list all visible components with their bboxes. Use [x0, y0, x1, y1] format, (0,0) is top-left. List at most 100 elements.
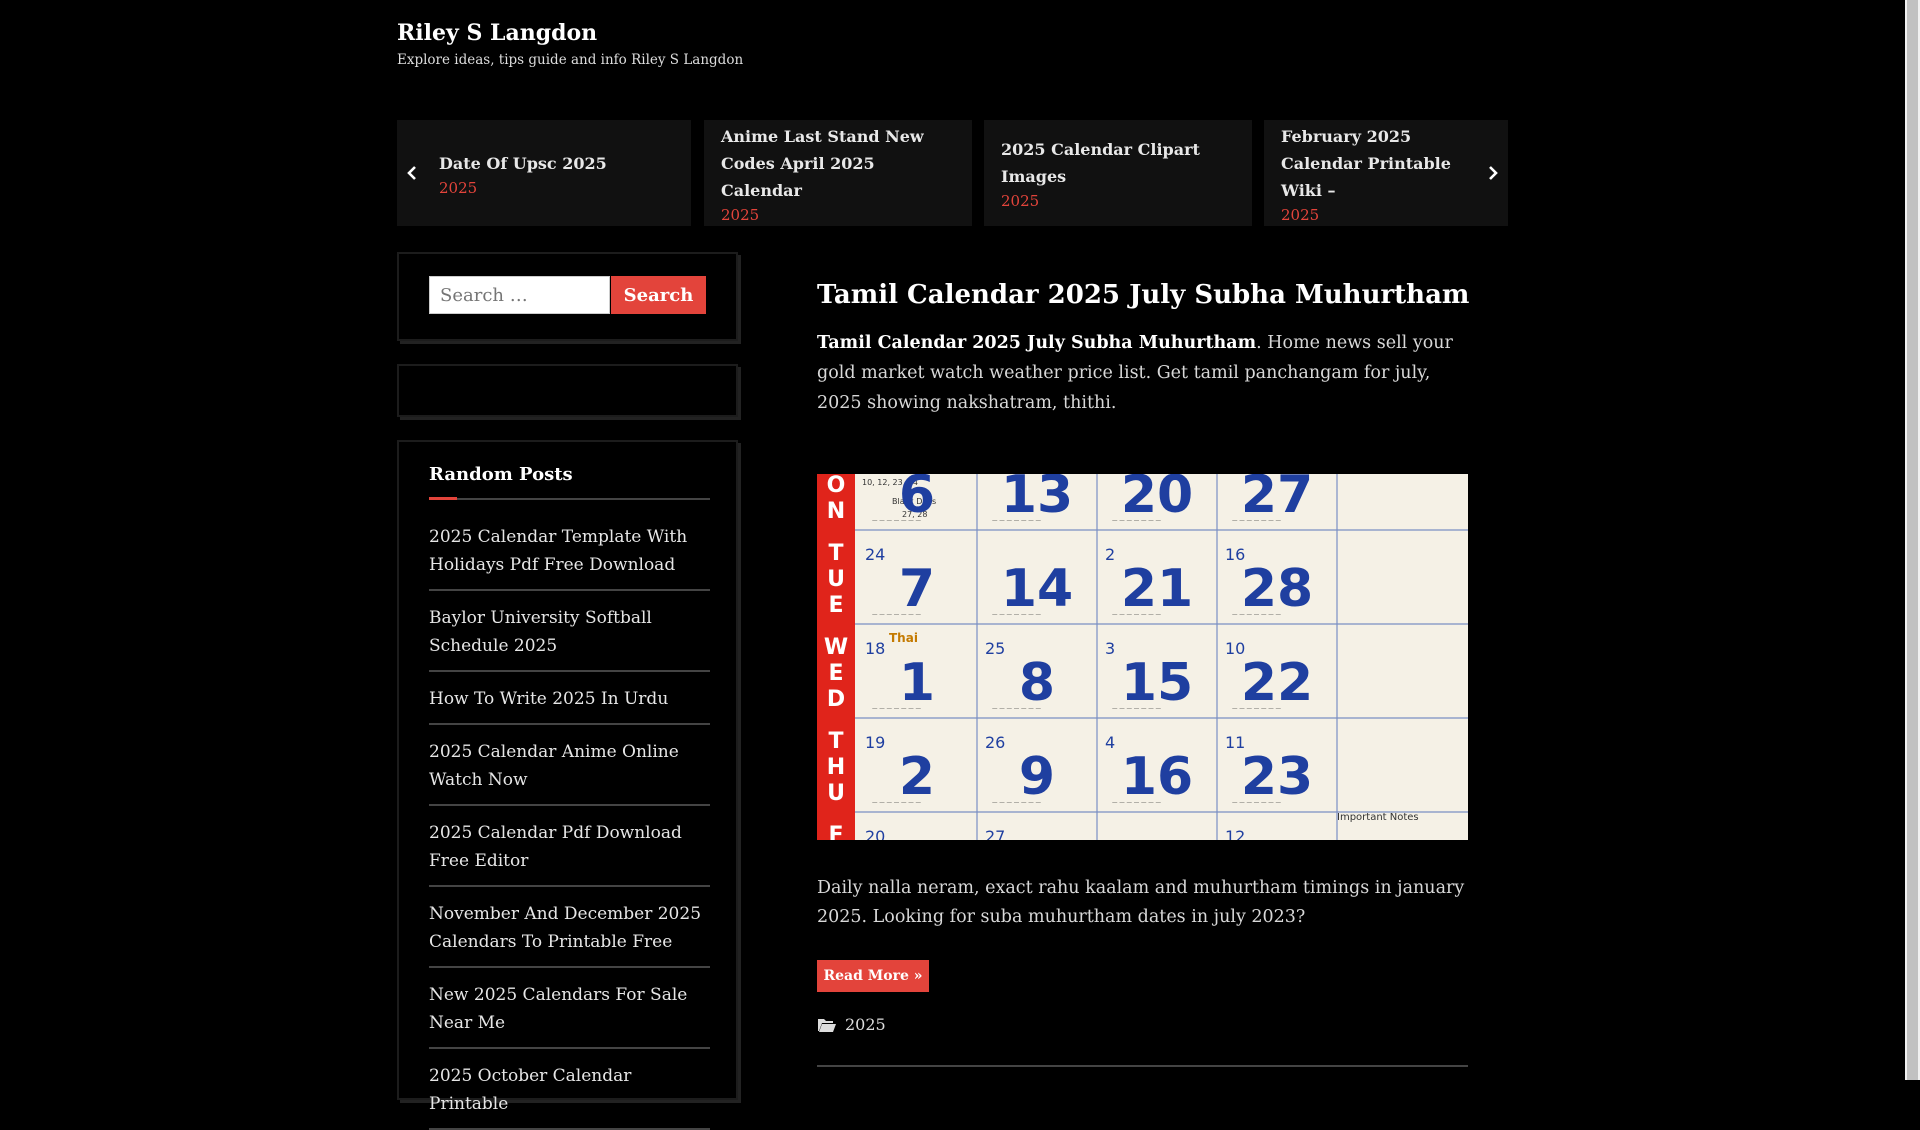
calendar-fine-print: — — — — — — — — [872, 706, 921, 712]
carousel-card-category[interactable]: 2025 — [1281, 206, 1468, 224]
calendar-date-number: 15 — [1121, 653, 1193, 713]
calendar-fine-print: — — — — — — — — [992, 518, 1041, 524]
carousel-card[interactable]: Anime Last Stand New Codes April 2025 Ca… — [704, 120, 972, 226]
chevron-right-icon — [1489, 166, 1498, 180]
calendar-fine-print: — — — — — — — — [872, 800, 921, 806]
weekday-letter: D — [827, 687, 845, 712]
calendar-small-date: 26 — [985, 733, 1005, 752]
calendar-important-notes: Important Notes — [1337, 812, 1419, 823]
post-title[interactable]: Tamil Calendar 2025 July Subha Muhurtham — [817, 280, 1469, 310]
search-widget: Search — [397, 252, 738, 341]
calendar-date-number: 8 — [1019, 653, 1055, 713]
calendar-small-date: 27 — [985, 827, 1005, 840]
calendar-fine-print: — — — — — — — — [1232, 518, 1281, 524]
carousel-next-button[interactable] — [1478, 120, 1508, 226]
calendar-date-number: 2 — [899, 747, 935, 807]
carousel-card[interactable]: February 2025 Calendar Printable Wiki – … — [1264, 120, 1508, 226]
weekday-letter: N — [827, 499, 845, 524]
scrollbar-thumb[interactable] — [1907, 0, 1918, 1080]
calendar-fine-print: — — — — — — — — [992, 800, 1041, 806]
calendar-small-date: 10 — [1225, 639, 1245, 658]
calendar-date-number: 23 — [1241, 747, 1313, 807]
random-post-link[interactable]: November And December 2025 Calendars To … — [429, 887, 710, 968]
calendar-date-number: 1 — [899, 653, 935, 713]
random-post-link[interactable]: 2025 Calendar Pdf Download Free Editor — [429, 806, 710, 887]
post-divider — [817, 1065, 1468, 1067]
calendar-date-number: 7 — [899, 559, 935, 619]
weekday-letter: E — [828, 661, 843, 686]
calendar-small-date: 12 — [1225, 827, 1245, 840]
calendar-thai-label: Thai — [889, 631, 918, 645]
read-more-button[interactable]: Read More » — [817, 960, 929, 992]
calendar-fine-print: — — — — — — — — [1112, 706, 1161, 712]
calendar-fine-print: — — — — — — — — [872, 518, 921, 524]
weekday-letter: T — [828, 541, 843, 566]
calendar-fine-print: — — — — — — — — [1232, 706, 1281, 712]
site-title[interactable]: Riley S Langdon — [397, 20, 597, 46]
calendar-fine-print: — — — — — — — — [1112, 518, 1161, 524]
calendar-small-date: 18 — [865, 639, 885, 658]
calendar-fine-print: — — — — — — — — [872, 612, 921, 618]
random-post-link[interactable]: 2025 Calendar Template With Holidays Pdf… — [429, 510, 710, 591]
calendar-date-number: 22 — [1241, 653, 1313, 713]
calendar-small-date: 25 — [985, 639, 1005, 658]
featured-carousel: Date Of Upsc 2025 2025 Anime Last Stand … — [397, 120, 1508, 226]
site-description: Explore ideas, tips guide and info Riley… — [397, 52, 744, 68]
calendar-small-date: 3 — [1105, 639, 1115, 658]
random-post-link[interactable]: New 2025 Calendars For Sale Near Me — [429, 968, 710, 1049]
random-posts-list: 2025 Calendar Template With Holidays Pdf… — [429, 510, 710, 1130]
folder-icon — [818, 1018, 836, 1032]
carousel-card-title[interactable]: Date Of Upsc 2025 — [439, 150, 674, 177]
carousel-card-title[interactable]: Anime Last Stand New Codes April 2025 Ca… — [721, 123, 955, 204]
weekday-letter: U — [827, 781, 845, 806]
random-post-link[interactable]: How To Write 2025 In Urdu — [429, 672, 710, 725]
carousel-card[interactable]: 2025 Calendar Clipart Images 2025 — [984, 120, 1252, 226]
post-category-link[interactable]: 2025 — [845, 1015, 886, 1034]
post-category: 2025 — [817, 1015, 886, 1034]
calendar-fine-print: — — — — — — — — [992, 612, 1041, 618]
empty-widget — [397, 364, 738, 417]
calendar-small-date: 19 — [865, 733, 885, 752]
weekday-letter: W — [824, 635, 848, 660]
random-posts-widget: Random Posts 2025 Calendar Template With… — [397, 440, 738, 1130]
calendar-fine-print: — — — — — — — — [1232, 612, 1281, 618]
carousel-card-title[interactable]: 2025 Calendar Clipart Images — [1001, 136, 1235, 190]
weekday-letter: F — [828, 823, 843, 840]
chevron-left-icon — [407, 166, 416, 180]
page-scrollbar[interactable] — [1905, 0, 1920, 1080]
calendar-fine-print: — — — — — — — — [1232, 800, 1281, 806]
post-excerpt-bold: Tamil Calendar 2025 July Subha Muhurtham — [817, 333, 1257, 353]
calendar-small-date: 4 — [1105, 733, 1115, 752]
calendar-small-date: 2 — [1105, 545, 1115, 564]
random-post-link[interactable]: 2025 Calendar Anime Online Watch Now — [429, 725, 710, 806]
carousel-card-title[interactable]: February 2025 Calendar Printable Wiki – — [1281, 123, 1468, 204]
calendar-fine-print: — — — — — — — — [992, 706, 1041, 712]
carousel-card[interactable]: Date Of Upsc 2025 2025 — [397, 120, 691, 226]
heading-divider — [429, 498, 710, 500]
search-input[interactable] — [429, 276, 610, 314]
heading-accent — [429, 497, 457, 500]
weekday-letter: H — [827, 755, 845, 780]
calendar-date-number: 21 — [1121, 559, 1193, 619]
calendar-date-number: 16 — [1121, 747, 1193, 807]
carousel-prev-button[interactable] — [397, 120, 427, 226]
calendar-date-number: 28 — [1241, 559, 1313, 619]
calendar-small-date: 16 — [1225, 545, 1245, 564]
random-post-link[interactable]: Baylor University Softball Schedule 2025 — [429, 591, 710, 672]
carousel-card-category[interactable]: 2025 — [439, 179, 674, 197]
carousel-card-category[interactable]: 2025 — [721, 206, 955, 224]
calendar-fine-print: — — — — — — — — [1112, 800, 1161, 806]
search-button[interactable]: Search — [611, 276, 706, 314]
calendar-date-number: 14 — [1001, 559, 1073, 619]
calendar-small-date: 20 — [865, 827, 885, 840]
post-featured-image[interactable]: MONTUEWEDTHUFRI10, 12, 23, 24Black Days2… — [817, 474, 1468, 840]
post-body: Daily nalla neram, exact rahu kaalam and… — [817, 878, 1465, 927]
post-excerpt: Tamil Calendar 2025 July Subha Muhurtham… — [817, 328, 1467, 418]
random-posts-heading: Random Posts — [429, 464, 573, 485]
carousel-card-category[interactable]: 2025 — [1001, 192, 1235, 210]
calendar-image: MONTUEWEDTHUFRI10, 12, 23, 24Black Days2… — [817, 474, 1468, 840]
calendar-small-date: 24 — [865, 545, 885, 564]
random-post-link[interactable]: 2025 October Calendar Printable — [429, 1049, 710, 1130]
weekday-letter: O — [827, 474, 846, 498]
weekday-letter: T — [828, 729, 843, 754]
